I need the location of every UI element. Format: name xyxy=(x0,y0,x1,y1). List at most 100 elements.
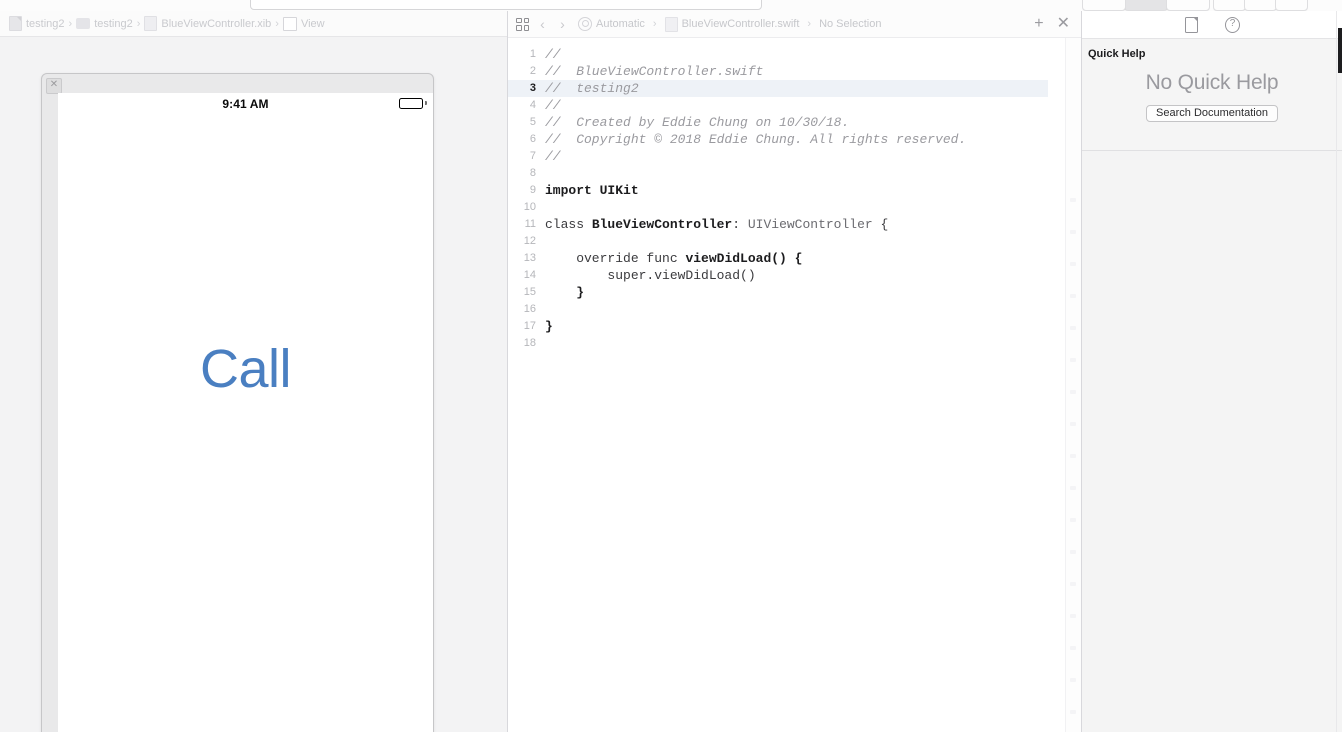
code-line[interactable]: 2 // BlueViewController.swift xyxy=(508,63,1048,80)
code-line[interactable]: 11 class BlueViewController: UIViewContro… xyxy=(508,216,1048,233)
code-token: override func xyxy=(545,251,686,266)
code-text[interactable]: } xyxy=(545,318,553,335)
toolbar-navigator-toggle[interactable] xyxy=(1213,0,1246,11)
folder-icon xyxy=(76,18,91,29)
code-line[interactable]: 9 import UIKit xyxy=(508,182,1048,199)
code-token: // testing2 xyxy=(545,81,639,96)
toolbar-status-field[interactable] xyxy=(250,0,762,10)
code-token: import xyxy=(545,183,592,198)
inspector-tab-bar[interactable]: ? xyxy=(1082,11,1342,39)
related-items-icon[interactable] xyxy=(516,17,529,31)
code-text[interactable]: // Created by Eddie Chung on 10/30/18. xyxy=(545,114,849,131)
jump-crumb-selection[interactable]: No Selection xyxy=(819,18,881,30)
window-edge-scrollbar[interactable] xyxy=(1338,28,1342,73)
status-bar: 9:41 AM xyxy=(58,93,433,115)
scrollbar-tick xyxy=(1070,710,1076,714)
back-arrow-icon[interactable]: ‹ xyxy=(536,16,549,32)
code-line[interactable]: 18 xyxy=(508,335,1048,352)
add-editor-button[interactable]: + xyxy=(1034,16,1043,32)
breadcrumb-label: View xyxy=(300,17,325,30)
code-text[interactable]: // BlueViewController.swift xyxy=(545,63,763,80)
tab-file-inspector[interactable] xyxy=(1184,16,1199,33)
code-line[interactable]: 14 super.viewDidLoad() xyxy=(508,267,1048,284)
scrollbar-tick xyxy=(1070,422,1076,426)
editor-jump-bar[interactable]: ‹ › Automatic › BlueViewController.swift… xyxy=(508,11,1081,38)
editor-scrollbar[interactable] xyxy=(1065,38,1081,732)
code-line[interactable]: 12 xyxy=(508,233,1048,250)
toolbar-editor-mode-middle[interactable] xyxy=(1124,0,1168,11)
device-frame[interactable]: ✕ 9:41 AM Call xyxy=(41,73,434,732)
toolbar-editor-mode-left[interactable] xyxy=(1082,0,1126,11)
battery-icon xyxy=(399,98,423,109)
code-line[interactable]: 6 // Copyright © 2018 Eddie Chung. All ri… xyxy=(508,131,1048,148)
code-line[interactable]: 5 // Created by Eddie Chung on 10/30/18. xyxy=(508,114,1048,131)
code-text[interactable]: // xyxy=(545,46,561,63)
forward-arrow-icon[interactable]: › xyxy=(556,16,569,32)
swift-file-icon xyxy=(664,16,678,32)
code-line[interactable]: 13 override func viewDidLoad() { xyxy=(508,250,1048,267)
code-text[interactable]: // xyxy=(545,97,561,114)
code-text[interactable]: super.viewDidLoad() xyxy=(545,267,755,284)
toolbar-debug-toggle[interactable] xyxy=(1244,0,1277,11)
tab-quick-help-inspector[interactable]: ? xyxy=(1225,16,1240,33)
code-lines[interactable]: 1 // 2 // BlueViewController.swift 3 // testi… xyxy=(508,46,1048,352)
code-editor[interactable]: 1 // 2 // BlueViewController.swift 3 // testi… xyxy=(508,38,1081,732)
toolbar-utilities-toggle[interactable] xyxy=(1275,0,1308,11)
code-text[interactable]: // xyxy=(545,148,561,165)
quick-help-title: Quick Help xyxy=(1088,48,1146,60)
breadcrumb-separator: › xyxy=(136,17,141,30)
jump-bar-path[interactable]: Automatic › BlueViewController.swift › N… xyxy=(578,16,881,32)
close-icon[interactable]: ✕ xyxy=(46,78,62,94)
code-token: // Created by Eddie Chung on 10/30/18. xyxy=(545,115,850,130)
code-line[interactable]: 1 // xyxy=(508,46,1048,63)
breadcrumb-label: BlueViewController.xib xyxy=(161,17,272,30)
jump-crumb-file[interactable]: BlueViewController.swift xyxy=(682,18,800,30)
breadcrumb-item-file[interactable]: BlueViewController.xib xyxy=(144,16,271,31)
line-number: 1 xyxy=(529,48,536,60)
code-line[interactable]: 8 xyxy=(508,165,1048,182)
line-number: 13 xyxy=(523,252,536,264)
breadcrumb[interactable]: testing2 › testing2 › BlueViewController… xyxy=(0,11,507,37)
code-token: // BlueViewController.swift xyxy=(545,64,764,79)
code-line[interactable]: 4 // xyxy=(508,97,1048,114)
call-button[interactable]: Call xyxy=(58,338,433,400)
jump-separator: › xyxy=(807,18,812,30)
line-number: 6 xyxy=(529,133,536,145)
code-token: // xyxy=(545,98,561,113)
scrollbar-tick xyxy=(1070,454,1076,458)
scrollbar-tick xyxy=(1070,550,1076,554)
quick-help-body: No Quick Help Search Documentation xyxy=(1082,71,1342,122)
scrollbar-tick xyxy=(1070,294,1076,298)
code-text[interactable]: // testing2 xyxy=(545,80,639,97)
scrollbar-tick xyxy=(1070,326,1076,330)
code-line[interactable]: 10 xyxy=(508,199,1048,216)
jump-crumb-automatic[interactable]: Automatic xyxy=(596,18,645,30)
code-line[interactable]: 17} xyxy=(508,318,1048,335)
jump-bar-actions: + ✕ xyxy=(1034,16,1073,32)
ib-canvas[interactable]: ✕ 9:41 AM Call xyxy=(0,37,507,732)
code-line[interactable]: 15 } xyxy=(508,284,1048,301)
line-number: 7 xyxy=(529,150,536,162)
code-text[interactable]: // Copyright © 2018 Eddie Chung. All rig… xyxy=(545,131,966,148)
close-editor-button[interactable]: ✕ xyxy=(1057,16,1070,32)
breadcrumb-item-view[interactable]: View xyxy=(282,16,325,31)
code-text[interactable]: override func viewDidLoad() { xyxy=(545,250,802,267)
toolbar-editor-mode-right[interactable] xyxy=(1166,0,1210,11)
view-object-icon xyxy=(282,16,297,31)
code-line[interactable]: 3 // testing2 xyxy=(508,80,1048,97)
device-screen[interactable]: 9:41 AM Call xyxy=(58,93,433,732)
search-documentation-button[interactable]: Search Documentation xyxy=(1146,105,1278,122)
window-right-border xyxy=(1336,11,1337,732)
code-line[interactable]: 16 xyxy=(508,301,1048,318)
line-number: 11 xyxy=(524,218,536,230)
code-token: { xyxy=(872,217,889,232)
breadcrumb-item-group[interactable]: testing2 xyxy=(76,18,133,30)
code-text[interactable]: } xyxy=(545,284,584,301)
code-line[interactable]: 7 // xyxy=(508,148,1048,165)
scrollbar-tick xyxy=(1070,390,1076,394)
code-text[interactable]: import UIKit xyxy=(545,182,639,199)
breadcrumb-label: testing2 xyxy=(94,17,133,30)
breadcrumb-item-project[interactable]: testing2 xyxy=(9,16,65,31)
code-text[interactable]: class BlueViewController: UIViewControll… xyxy=(545,216,888,233)
